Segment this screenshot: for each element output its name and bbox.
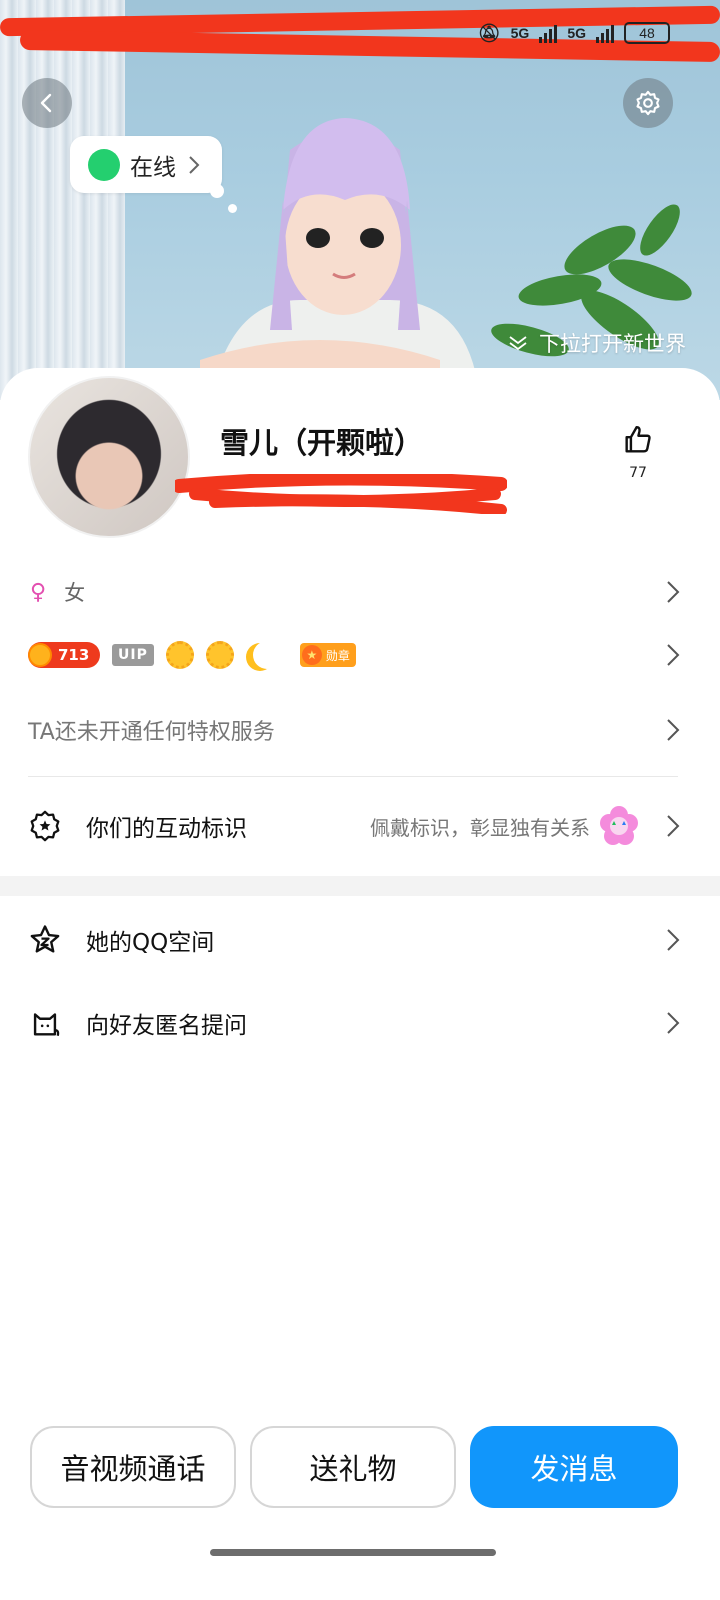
badge-star-icon: [28, 809, 62, 843]
qzone-row[interactable]: 她的QQ空间: [0, 916, 720, 964]
section-separator: [0, 876, 720, 896]
chevron-left-icon: [40, 93, 52, 113]
star-icon: ★: [301, 645, 322, 665]
bubble-tail: [228, 204, 237, 213]
qzone-label: 她的QQ空间: [86, 930, 215, 956]
thumbs-up-icon: [625, 426, 651, 453]
divider: [28, 776, 678, 777]
profile-nickname: 雪儿（开颗啦）: [220, 426, 424, 460]
pull-hint-text: 下拉打开新世界: [539, 332, 686, 356]
chevron-right-icon: [667, 644, 680, 666]
interaction-mark-hint: 佩戴标识，彰显独有关系: [370, 805, 640, 847]
pull-down-hint[interactable]: 下拉打开新世界: [507, 328, 686, 358]
settings-button[interactable]: [623, 78, 673, 128]
profile-avatar[interactable]: [28, 376, 190, 538]
back-button[interactable]: [22, 78, 72, 128]
battery-level: 48: [639, 25, 655, 41]
female-icon: ♀: [30, 579, 47, 605]
chevron-right-icon: [667, 719, 680, 741]
status-icons: 🔕︎ 5G 5G 48: [478, 22, 670, 44]
signal-icon: [539, 23, 558, 43]
status-bar: 🔕︎ 5G 5G 48: [0, 0, 720, 70]
send-message-button[interactable]: 发消息: [470, 1426, 678, 1508]
like-count: 77: [629, 465, 647, 481]
moon-icon: [253, 641, 281, 669]
sun-icon: [165, 641, 194, 669]
like-button[interactable]: 77: [618, 423, 658, 481]
badges-row[interactable]: 713 UIP ★ 勋章: [0, 638, 720, 672]
interaction-mark-label: 你们的互动标识: [86, 816, 247, 842]
bubble-tail: [210, 184, 224, 198]
qq-level-badge: 713: [28, 642, 100, 668]
coin-icon: [28, 643, 52, 667]
sun-icon: [205, 641, 234, 669]
cat-icon: [28, 1006, 62, 1040]
qq-level-value: 713: [58, 646, 90, 664]
medal-badge: ★ 勋章: [299, 643, 356, 667]
voice-video-call-button[interactable]: 音视频通话: [30, 1426, 236, 1508]
gender-label: 女: [64, 581, 86, 605]
profile-card: [0, 368, 720, 1600]
gender-row[interactable]: ♀ 女: [0, 572, 720, 612]
online-dot-icon: [88, 148, 120, 181]
anonymous-ask-label: 向好友匿名提问: [86, 1013, 247, 1039]
privilege-text: TA还未开通任何特权服务: [28, 720, 275, 745]
privilege-row[interactable]: TA还未开通任何特权服务: [0, 712, 720, 748]
send-gift-button[interactable]: 送礼物: [250, 1426, 456, 1508]
chevron-right-icon: [667, 1012, 680, 1034]
battery-icon: 48: [624, 22, 670, 44]
online-status-label: 在线: [130, 154, 176, 181]
flower-icon: [600, 806, 638, 845]
chevron-right-icon: [667, 581, 680, 603]
double-chevron-down-icon: [509, 336, 527, 351]
chevron-right-icon: [189, 155, 200, 174]
vip-badge: UIP: [112, 644, 154, 666]
qzone-star-icon: [28, 923, 62, 957]
redaction-mark: [175, 474, 507, 514]
home-indicator[interactable]: [210, 1549, 496, 1556]
signal-icon: [596, 23, 614, 43]
interaction-hint-text: 佩戴标识，彰显独有关系: [370, 815, 590, 840]
online-status-bubble[interactable]: 在线: [70, 136, 222, 193]
anonymous-ask-row[interactable]: 向好友匿名提问: [0, 999, 720, 1047]
mute-icon: 🔕︎: [477, 22, 501, 43]
network-label-2: 5G: [567, 25, 586, 41]
interaction-mark-row[interactable]: 你们的互动标识 佩戴标识，彰显独有关系: [0, 802, 720, 850]
medal-label: 勋章: [325, 648, 350, 663]
network-label-1: 5G: [510, 25, 530, 41]
chevron-right-icon: [667, 815, 680, 837]
gear-icon: [636, 90, 660, 116]
chevron-right-icon: [667, 929, 680, 951]
profile-banner[interactable]: 🔕︎ 5G 5G 48 在线 下拉打开新世界: [0, 0, 720, 400]
